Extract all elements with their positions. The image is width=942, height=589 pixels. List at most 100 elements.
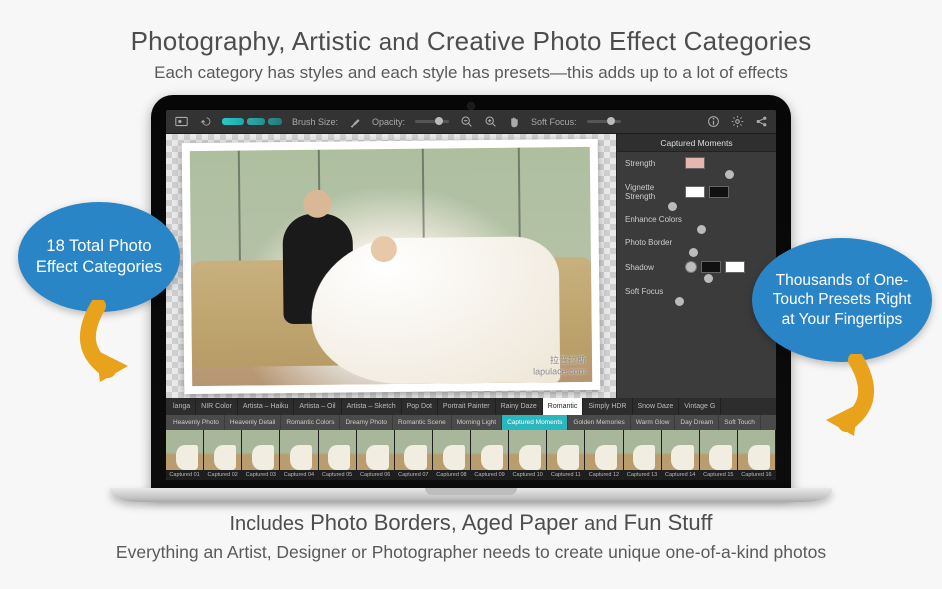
zoom-in-icon[interactable]: [483, 115, 497, 129]
opacity-label: Opacity:: [372, 117, 405, 127]
headline-part-a: Photography, Artistic: [131, 26, 372, 56]
shadow-swatch-black[interactable]: [701, 261, 721, 273]
thumbnail-caption: Captured 13: [624, 470, 661, 480]
preset-thumbnail[interactable]: Captured 08: [433, 430, 471, 480]
category-tab[interactable]: Romantic: [543, 398, 584, 415]
preset-thumbnail[interactable]: Captured 15: [700, 430, 738, 480]
preset-thumbnail[interactable]: Captured 06: [357, 430, 395, 480]
info-icon[interactable]: [706, 115, 720, 129]
thumbnail-caption: Captured 01: [166, 470, 203, 480]
footline-title: Includes Photo Borders, Aged Paper and F…: [0, 510, 942, 536]
photo-frame: 拉普拉斯 lapulace.com: [182, 138, 601, 393]
shadow-toggle[interactable]: [685, 261, 697, 273]
opacity-slider[interactable]: [415, 120, 449, 123]
thumbnail-caption: Captured 04: [280, 470, 317, 480]
canvas-area[interactable]: 拉普拉斯 lapulace.com: [166, 134, 616, 398]
softfocus-label: Soft Focus: [625, 287, 768, 296]
control-enhance: Enhance Colors: [617, 210, 776, 233]
app-toolbar: Brush Size: Opacity: Soft Focus:: [166, 110, 776, 134]
gear-icon[interactable]: [730, 115, 744, 129]
brush-preset-3[interactable]: [268, 118, 282, 125]
watermark-top: 拉普拉斯: [533, 352, 586, 366]
strength-swatch[interactable]: [685, 157, 705, 169]
preset-thumbnail[interactable]: Captured 02: [204, 430, 242, 480]
brush-icon[interactable]: [348, 115, 362, 129]
vignette-swatch-black[interactable]: [709, 186, 729, 198]
arrow-right: [816, 354, 888, 444]
category-tab[interactable]: NIR Color: [196, 398, 238, 415]
shadow-swatch-white[interactable]: [725, 261, 745, 273]
style-tab[interactable]: Heavenly Detail: [225, 415, 282, 430]
category-tab[interactable]: Pop Dot: [402, 398, 438, 415]
preset-thumbnail[interactable]: Captured 16: [738, 430, 776, 480]
thumbnail-caption: Captured 08: [433, 470, 470, 480]
top-headline: Photography, Artistic and Creative Photo…: [0, 26, 942, 83]
photo-preview: 拉普拉斯 lapulace.com: [190, 146, 592, 385]
style-tab[interactable]: Golden Memories: [568, 415, 630, 430]
enhance-label: Enhance Colors: [625, 215, 768, 224]
callout-right: Thousands of One-Touch Presets Right at …: [752, 238, 932, 362]
style-tab[interactable]: Captured Moments: [502, 415, 568, 430]
thumbnail-caption: Captured 12: [585, 470, 622, 480]
style-tab[interactable]: Heavenly Photo: [168, 415, 225, 430]
thumbnail-caption: Captured 16: [738, 470, 775, 480]
soft-focus-slider[interactable]: [587, 120, 621, 123]
category-tab[interactable]: Artista – Oil: [294, 398, 341, 415]
category-tab[interactable]: Rainy Daze: [496, 398, 543, 415]
share-icon[interactable]: [754, 115, 768, 129]
category-tab[interactable]: Simply HDR: [583, 398, 632, 415]
category-tab[interactable]: Vintage G: [679, 398, 721, 415]
category-tab[interactable]: Snow Daze: [633, 398, 680, 415]
preset-thumbnail[interactable]: Captured 04: [280, 430, 318, 480]
callout-left: 18 Total Photo Effect Categories: [18, 202, 180, 312]
watermark: 拉普拉斯 lapulace.com: [533, 352, 586, 376]
preset-thumbnail[interactable]: Captured 05: [319, 430, 357, 480]
bottom-headline: Includes Photo Borders, Aged Paper and F…: [0, 510, 942, 563]
thumbnail-caption: Captured 09: [471, 470, 508, 480]
thumbnail-caption: Captured 15: [700, 470, 737, 480]
style-tab[interactable]: Warm Glow: [631, 415, 676, 430]
vignette-label: Vignette Strength: [625, 183, 681, 201]
border-label: Photo Border: [625, 238, 768, 247]
brush-presets[interactable]: [222, 118, 282, 125]
category-tab[interactable]: langa: [168, 398, 196, 415]
preset-thumbnail[interactable]: Captured 07: [395, 430, 433, 480]
category-tab[interactable]: Artista – Haiku: [238, 398, 295, 415]
brush-preset-1[interactable]: [222, 118, 244, 125]
preset-thumbnail[interactable]: Captured 01: [166, 430, 204, 480]
style-tab[interactable]: Dreamy Photo: [340, 415, 393, 430]
headline-part-c: Creative Photo Effect Categories: [427, 26, 812, 56]
category-tab[interactable]: Artista – Sketch: [342, 398, 402, 415]
preset-thumbnail[interactable]: Captured 03: [242, 430, 280, 480]
thumbnail-caption: Captured 03: [242, 470, 279, 480]
style-tab[interactable]: Morning Light: [452, 415, 502, 430]
control-strength: Strength: [617, 152, 776, 178]
preset-thumbnail[interactable]: Captured 11: [547, 430, 585, 480]
thumbnail-caption: Captured 07: [395, 470, 432, 480]
brush-size-label: Brush Size:: [292, 117, 338, 127]
callout-left-text: 18 Total Photo Effect Categories: [32, 236, 166, 277]
style-tab[interactable]: Romantic Colors: [281, 415, 340, 430]
category-tab[interactable]: Portrait Painter: [438, 398, 496, 415]
zoom-out-icon[interactable]: [459, 115, 473, 129]
undo-icon[interactable]: [198, 115, 212, 129]
preset-thumbnail[interactable]: Captured 12: [585, 430, 623, 480]
thumbnail-caption: Captured 10: [509, 470, 546, 480]
preset-thumbnail[interactable]: Captured 10: [509, 430, 547, 480]
style-tab[interactable]: Day Dream: [675, 415, 719, 430]
preset-thumbnail[interactable]: Captured 13: [624, 430, 662, 480]
hand-icon[interactable]: [507, 115, 521, 129]
vignette-swatch-white[interactable]: [685, 186, 705, 198]
style-row: Heavenly PhotoHeavenly DetailRomantic Co…: [166, 415, 776, 430]
brush-preset-2[interactable]: [247, 118, 265, 125]
style-tab[interactable]: Soft Touch: [719, 415, 761, 430]
thumbnail-caption: Captured 06: [357, 470, 394, 480]
headline-sub: Each category has styles and each style …: [0, 63, 942, 83]
thumbnail-caption: Captured 02: [204, 470, 241, 480]
app-screen: Brush Size: Opacity: Soft Focus:: [166, 110, 776, 480]
preset-thumbnail[interactable]: Captured 09: [471, 430, 509, 480]
preset-thumbnail[interactable]: Captured 14: [662, 430, 700, 480]
style-tab[interactable]: Romantic Scene: [393, 415, 452, 430]
thumbnail-strip: Captured 01Captured 02Captured 03Capture…: [166, 430, 776, 480]
thumbnail-caption: Captured 14: [662, 470, 699, 480]
